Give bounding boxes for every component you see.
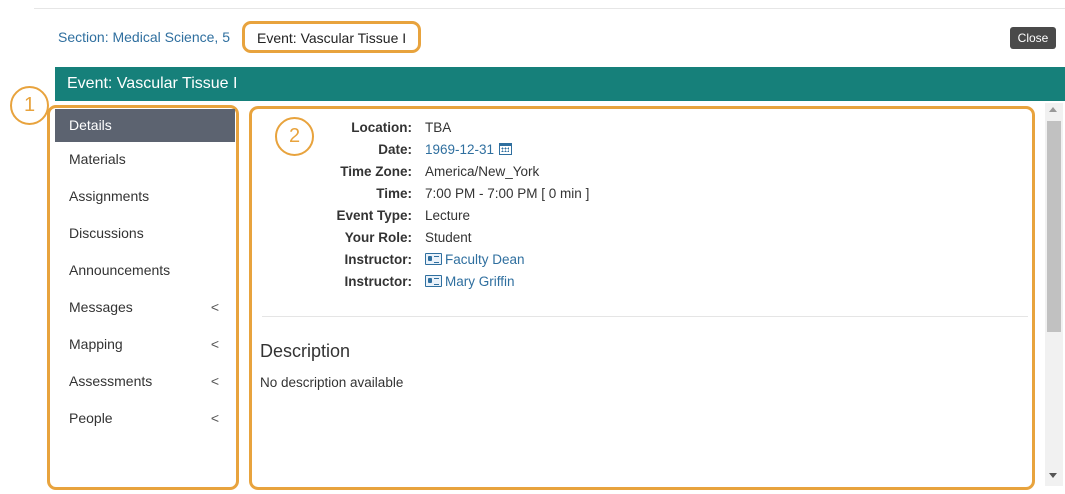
instructor-name: Mary Griffin <box>445 274 515 289</box>
sidebar-item-label: Materials <box>69 151 126 167</box>
time-label: Time: <box>376 186 412 201</box>
date-label: Date: <box>378 142 412 157</box>
sidebar-item-label: People <box>69 410 113 426</box>
time-row: Time: 7:00 PM - 7:00 PM [ 0 min ] <box>262 186 902 208</box>
sidebar-item-announcements[interactable]: Announcements <box>55 253 235 290</box>
breadcrumb: Section: Medical Science, 5 Event: Vascu… <box>34 18 1065 56</box>
sidebar-item-label: Details <box>69 117 112 133</box>
chevron-left-icon: < <box>210 299 219 315</box>
contact-card-icon <box>425 275 442 287</box>
divider <box>262 316 1028 317</box>
instructor-name: Faculty Dean <box>445 252 525 267</box>
instructor-row: Instructor: Mary Griffin <box>262 274 902 296</box>
sidebar-item-messages[interactable]: Messages < <box>55 290 235 327</box>
sidebar-item-label: Announcements <box>69 262 171 278</box>
event-header-bar: Event: Vascular Tissue I <box>55 67 1065 101</box>
role-label: Your Role: <box>344 230 412 245</box>
timezone-value: America/New_York <box>425 164 540 179</box>
timezone-row: Time Zone: America/New_York <box>262 164 902 186</box>
scrollbar-thumb[interactable] <box>1047 121 1061 332</box>
sidebar-nav: Details Materials Assignments Discussion… <box>55 109 235 438</box>
scroll-up-arrow-icon[interactable] <box>1049 107 1057 112</box>
event-title: Event: Vascular Tissue I <box>67 75 238 92</box>
sidebar-item-mapping[interactable]: Mapping < <box>55 327 235 364</box>
chevron-left-icon: < <box>210 373 219 389</box>
breadcrumb-section-link[interactable]: Section: Medical Science, 5 <box>58 29 230 45</box>
role-value: Student <box>425 230 472 245</box>
sidebar-item-assignments[interactable]: Assignments <box>55 179 235 216</box>
sidebar-item-details[interactable]: Details <box>55 109 235 142</box>
calendar-icon[interactable] <box>499 143 513 155</box>
sidebar-item-assessments[interactable]: Assessments < <box>55 364 235 401</box>
breadcrumb-current: Event: Vascular Tissue I <box>242 21 422 53</box>
instructor-label: Instructor: <box>344 252 413 267</box>
sidebar-item-materials[interactable]: Materials <box>55 142 235 179</box>
sidebar-item-label: Assignments <box>69 188 150 204</box>
sidebar-item-label: Messages <box>69 299 133 315</box>
event-type-label: Event Type: <box>336 208 412 223</box>
instructor-label: Instructor: <box>344 274 413 289</box>
description-text: No description available <box>260 375 404 390</box>
description-heading: Description <box>260 341 351 361</box>
sidebar-item-discussions[interactable]: Discussions <box>55 216 235 253</box>
event-type-row: Event Type: Lecture <box>262 208 902 230</box>
instructor-link[interactable]: Mary Griffin <box>425 274 515 289</box>
close-button[interactable]: Close <box>1010 27 1056 49</box>
location-label: Location: <box>351 120 412 135</box>
scroll-down-arrow-icon[interactable] <box>1049 473 1057 478</box>
sidebar-item-label: Discussions <box>69 225 144 241</box>
chevron-left-icon: < <box>210 336 219 352</box>
time-value: 7:00 PM - 7:00 PM [ 0 min ] <box>425 186 590 201</box>
chevron-left-icon: < <box>210 410 219 426</box>
date-value: 1969-12-31 <box>425 142 495 157</box>
date-link[interactable]: 1969-12-31 <box>425 142 513 157</box>
sidebar-item-people[interactable]: People < <box>55 401 235 438</box>
sidebar-item-label: Mapping <box>69 336 123 352</box>
scrollbar[interactable] <box>1045 103 1063 486</box>
event-type-value: Lecture <box>425 208 471 223</box>
timezone-label: Time Zone: <box>340 164 412 179</box>
callout-1: 1 <box>10 86 49 125</box>
contact-card-icon <box>425 253 442 265</box>
instructor-row: Instructor: Faculty Dean <box>262 252 902 274</box>
instructor-link[interactable]: Faculty Dean <box>425 252 525 267</box>
role-row: Your Role: Student <box>262 230 902 252</box>
date-row: Date: 1969-12-31 <box>262 142 902 164</box>
location-row: Location: TBA <box>262 120 902 142</box>
location-value: TBA <box>425 120 452 135</box>
sidebar-item-label: Assessments <box>69 373 153 389</box>
